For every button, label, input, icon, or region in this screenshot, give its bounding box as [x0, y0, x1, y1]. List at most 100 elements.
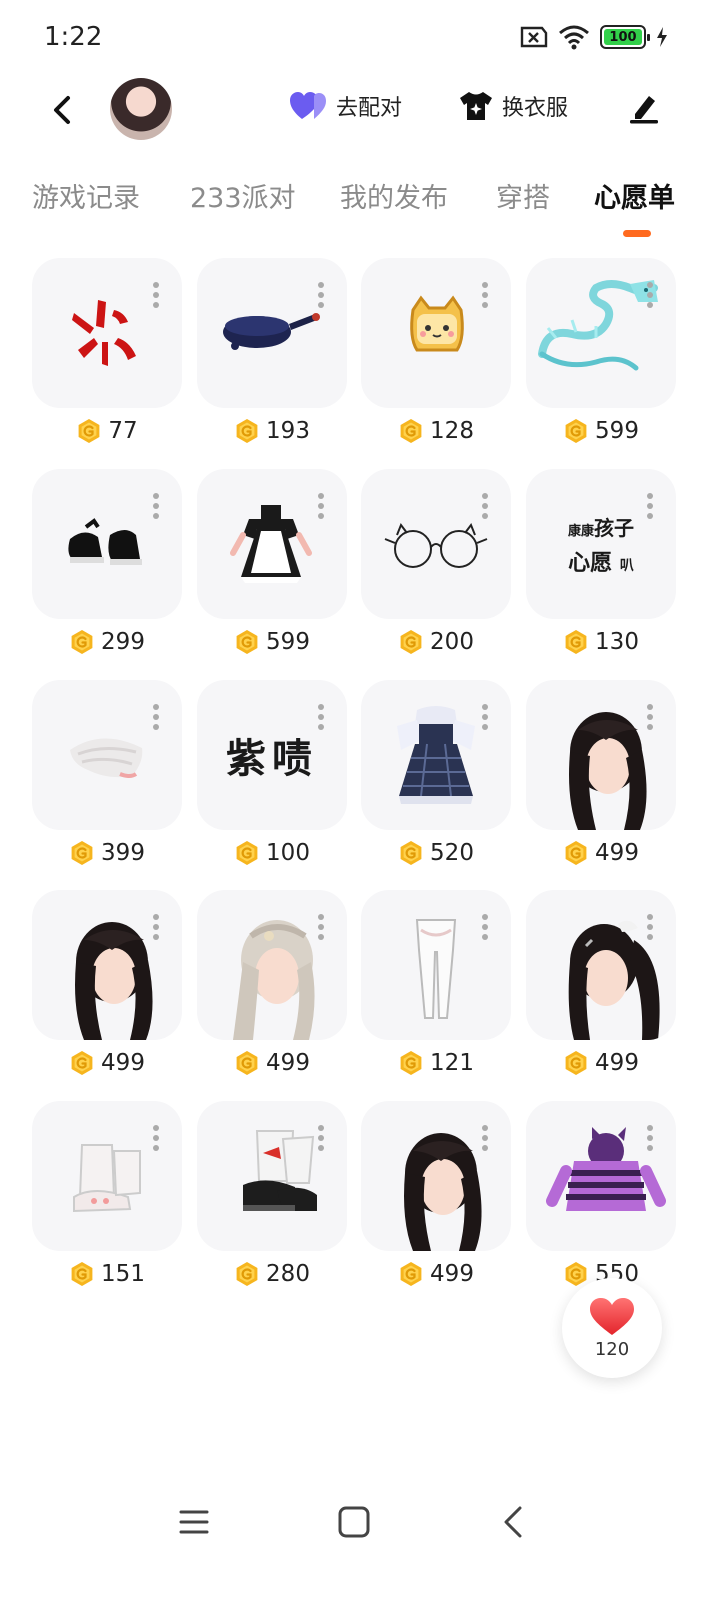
- more-options-icon[interactable]: [317, 282, 325, 312]
- wishlist-item[interactable]: 599: [197, 469, 347, 669]
- favorite-count-button[interactable]: 120: [562, 1278, 662, 1378]
- wishlist-item[interactable]: 193: [197, 258, 347, 458]
- coin-icon: [400, 841, 422, 865]
- wishlist-item[interactable]: 499: [526, 680, 676, 880]
- back-button[interactable]: [40, 88, 84, 132]
- more-options-icon[interactable]: [481, 1125, 489, 1155]
- item-card[interactable]: [197, 469, 347, 619]
- sticker-big-text: 孩子: [594, 515, 634, 540]
- pair-button[interactable]: 去配对: [290, 90, 402, 122]
- item-card[interactable]: [361, 1101, 511, 1251]
- wishlist-item[interactable]: 550: [526, 1101, 676, 1301]
- wishlist-item[interactable]: 121: [361, 890, 511, 1090]
- item-card[interactable]: [32, 680, 182, 830]
- price-row: 499: [32, 1050, 182, 1076]
- price-row: 151: [32, 1261, 182, 1287]
- wishlist-item[interactable]: 紫啧 100: [197, 680, 347, 880]
- item-card[interactable]: [32, 1101, 182, 1251]
- more-options-icon[interactable]: [646, 493, 654, 523]
- item-card[interactable]: [361, 680, 511, 830]
- item-card[interactable]: 康康孩子 心愿 叭: [526, 469, 676, 619]
- coin-icon: [71, 1262, 93, 1286]
- tab-game-records[interactable]: 游戏记录: [32, 176, 140, 215]
- item-card[interactable]: [526, 890, 676, 1040]
- item-card[interactable]: [197, 258, 347, 408]
- home-icon[interactable]: [336, 1504, 372, 1540]
- text-sticker-thumbnail: 康康孩子 心愿 叭: [526, 469, 676, 619]
- wishlist-item[interactable]: 280: [197, 1101, 347, 1301]
- wishlist-item[interactable]: 599: [526, 258, 676, 458]
- tab-my-posts[interactable]: 我的发布: [340, 176, 448, 215]
- price-row: 280: [197, 1261, 347, 1287]
- double-heart-icon: [290, 92, 326, 119]
- more-options-icon[interactable]: [646, 282, 654, 312]
- tab-outfits[interactable]: 穿搭: [496, 176, 550, 215]
- tab-wishlist[interactable]: 心愿单: [594, 176, 675, 215]
- wishlist-item[interactable]: 499: [361, 1101, 511, 1301]
- more-options-icon[interactable]: [152, 914, 160, 944]
- wishlist-item[interactable]: 151: [32, 1101, 182, 1301]
- sticker-small-text: 康康: [567, 523, 594, 539]
- item-card[interactable]: [32, 258, 182, 408]
- more-options-icon[interactable]: [152, 1125, 160, 1155]
- more-options-icon[interactable]: [481, 493, 489, 523]
- more-options-icon[interactable]: [152, 704, 160, 734]
- more-options-icon[interactable]: [646, 1125, 654, 1155]
- coin-icon: [236, 630, 258, 654]
- more-options-icon[interactable]: [317, 704, 325, 734]
- wishlist-item[interactable]: 128: [361, 258, 511, 458]
- sticker-big-text: 紫啧: [226, 736, 318, 782]
- more-options-icon[interactable]: [317, 1125, 325, 1155]
- battery-icon: 100: [600, 25, 650, 49]
- item-price: 399: [101, 840, 145, 866]
- item-price: 200: [430, 629, 474, 655]
- change-clothes-label: 换衣服: [502, 96, 569, 121]
- system-nav-bar: [0, 1490, 720, 1554]
- item-card[interactable]: [32, 890, 182, 1040]
- item-card[interactable]: [197, 890, 347, 1040]
- price-row: 499: [361, 1261, 511, 1287]
- item-card[interactable]: [32, 469, 182, 619]
- item-card[interactable]: [361, 258, 511, 408]
- more-options-icon[interactable]: [152, 493, 160, 523]
- wishlist-item[interactable]: 200: [361, 469, 511, 669]
- more-options-icon[interactable]: [481, 282, 489, 312]
- charging-icon: [657, 27, 667, 47]
- profile-tabs: 游戏记录 233派对 我的发布 穿搭 心愿单: [0, 170, 720, 250]
- wishlist-item[interactable]: 299: [32, 469, 182, 669]
- more-options-icon[interactable]: [317, 493, 325, 523]
- item-card[interactable]: [197, 1101, 347, 1251]
- edit-button[interactable]: [624, 88, 664, 128]
- item-card[interactable]: [526, 680, 676, 830]
- item-card[interactable]: [526, 1101, 676, 1251]
- nav-back-icon[interactable]: [496, 1504, 532, 1540]
- menu-icon[interactable]: [176, 1504, 212, 1540]
- change-clothes-button[interactable]: 换衣服: [458, 90, 568, 122]
- more-options-icon[interactable]: [646, 914, 654, 944]
- tab-233-party[interactable]: 233派对: [190, 176, 296, 215]
- wishlist-item[interactable]: 499: [32, 890, 182, 1090]
- coin-icon: [565, 419, 587, 443]
- item-card[interactable]: [361, 890, 511, 1040]
- item-price: 130: [595, 629, 639, 655]
- wishlist-item[interactable]: 520: [361, 680, 511, 880]
- more-options-icon[interactable]: [646, 704, 654, 734]
- wishlist-item[interactable]: 499: [197, 890, 347, 1090]
- wishlist-item[interactable]: 399: [32, 680, 182, 880]
- item-card[interactable]: 紫啧: [197, 680, 347, 830]
- coin-icon: [400, 419, 422, 443]
- more-options-icon[interactable]: [152, 282, 160, 312]
- profile-header: 去配对 换衣服: [0, 76, 720, 146]
- more-options-icon[interactable]: [317, 914, 325, 944]
- more-options-icon[interactable]: [481, 704, 489, 734]
- status-icons: 100: [518, 24, 668, 50]
- item-card[interactable]: [526, 258, 676, 408]
- more-options-icon[interactable]: [481, 914, 489, 944]
- item-price: 499: [266, 1050, 310, 1076]
- item-card[interactable]: [361, 469, 511, 619]
- avatar[interactable]: [110, 78, 172, 140]
- wishlist-item[interactable]: 499: [526, 890, 676, 1090]
- item-price: 599: [266, 629, 310, 655]
- wishlist-item[interactable]: 77: [32, 258, 182, 458]
- wishlist-item[interactable]: 康康孩子 心愿 叭 130: [526, 469, 676, 669]
